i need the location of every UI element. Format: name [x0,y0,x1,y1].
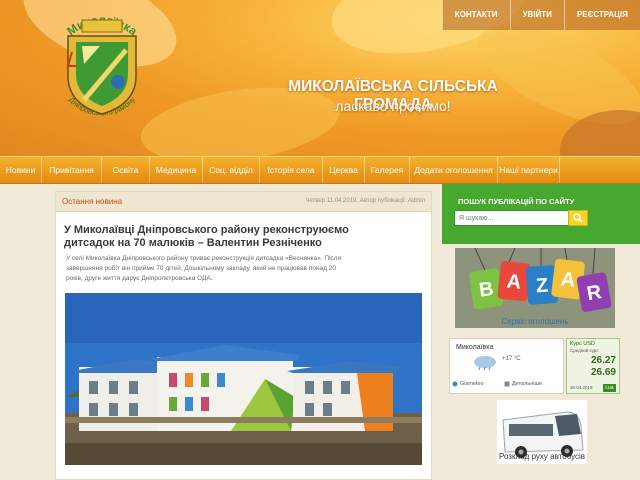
main-navigation: Новини Привітання Освіта Медицина Соц. в… [0,156,640,184]
currency-title: Курс USD [570,341,595,347]
site-subtitle: ласкаво просимо! [335,98,451,114]
search-button[interactable] [568,210,588,226]
bazar-letter-a: A [506,270,523,293]
bazar-letter-z: Z [535,275,549,298]
currency-subtitle: Средний курс [570,348,599,353]
site-header: КОНТАКТИ УВІЙТИ РЕЄСТРАЦІЯ Миколаївка Дн… [0,0,640,156]
nav-item-greetings[interactable]: Привітання [42,157,102,183]
article-excerpt: У селі Миколаївка Дніпровського району т… [66,255,342,282]
article-title[interactable]: У Миколаївці Дніпровського району реконс… [64,224,376,250]
weather-details-link[interactable]: Детальніше [512,381,542,387]
nav-item-village-history[interactable]: Історія села [260,157,323,183]
search-icon [573,213,583,223]
search-title: ПОШУК ПУБЛІКАЦІЙ ПО САЙТУ [458,197,575,206]
nav-item-add-ad[interactable]: Додати оголошення [410,157,498,183]
currency-buy-value: 26.27 [590,355,616,366]
latest-news-label[interactable]: Остання новина [62,197,122,206]
site-search-panel: ПОШУК ПУБЛІКАЦІЙ ПО САЙТУ [442,184,640,244]
top-links: КОНТАКТИ УВІЙТИ РЕЄСТРАЦІЯ [441,0,640,30]
bazar-banner[interactable]: B A Z A R Сервіс оголошень [455,248,615,328]
nav-item-news[interactable]: Новини [0,157,42,183]
bazar-caption[interactable]: Сервіс оголошень [455,317,615,326]
bus-schedule-caption[interactable]: Розклад руху автобусів [482,452,602,461]
currency-widget[interactable]: Курс USD Средний курс 26.27 26.69 30.04.… [566,338,620,394]
news-header-bar: Остання новина Четвер 11.04.2019, Автор … [56,192,431,212]
gismeteo-icon [452,381,458,387]
nav-item-church[interactable]: Церква [323,157,365,183]
weather-widget[interactable]: Миколаївка +17 °C Gismeteo Детальніше [449,338,564,394]
register-link[interactable]: РЕЄСТРАЦІЯ [563,0,640,30]
iua-logo: i.ua [603,384,616,392]
nav-item-medicine[interactable]: Медицина [150,157,203,183]
currency-sell-value: 26.69 [590,367,616,378]
cloud-rain-icon [474,356,496,371]
kindergarten-photo[interactable] [65,293,422,465]
search-input[interactable] [454,210,580,226]
nav-item-education[interactable]: Освіта [102,157,150,183]
currency-date: 30.04.2019 [570,385,593,390]
nav-item-partners[interactable]: Наші партнери [498,157,560,183]
contacts-link[interactable]: КОНТАКТИ [441,0,510,30]
weather-temperature: +17 °C [502,356,521,362]
bazar-letter-b: B [478,278,495,302]
weather-city: Миколаївка [456,344,494,351]
login-link[interactable]: УВІЙТИ [509,0,564,30]
gismeteo-link[interactable]: Gismeteo [460,381,484,387]
latest-news-panel: Остання новина Четвер 11.04.2019, Автор … [55,191,432,480]
details-icon [504,381,510,387]
article-meta: Четвер 11.04.2019, Автор публікації: Adm… [305,198,425,204]
bazar-letter-a2: A [559,268,576,292]
nav-item-social-department[interactable]: Соц. відділ [203,157,260,183]
nav-item-gallery[interactable]: Галерея [365,157,410,183]
bazar-tags-graphic: B A Z A R [455,248,615,328]
village-emblem-logo[interactable]: Миколаївка Дніпровського району [46,6,158,134]
